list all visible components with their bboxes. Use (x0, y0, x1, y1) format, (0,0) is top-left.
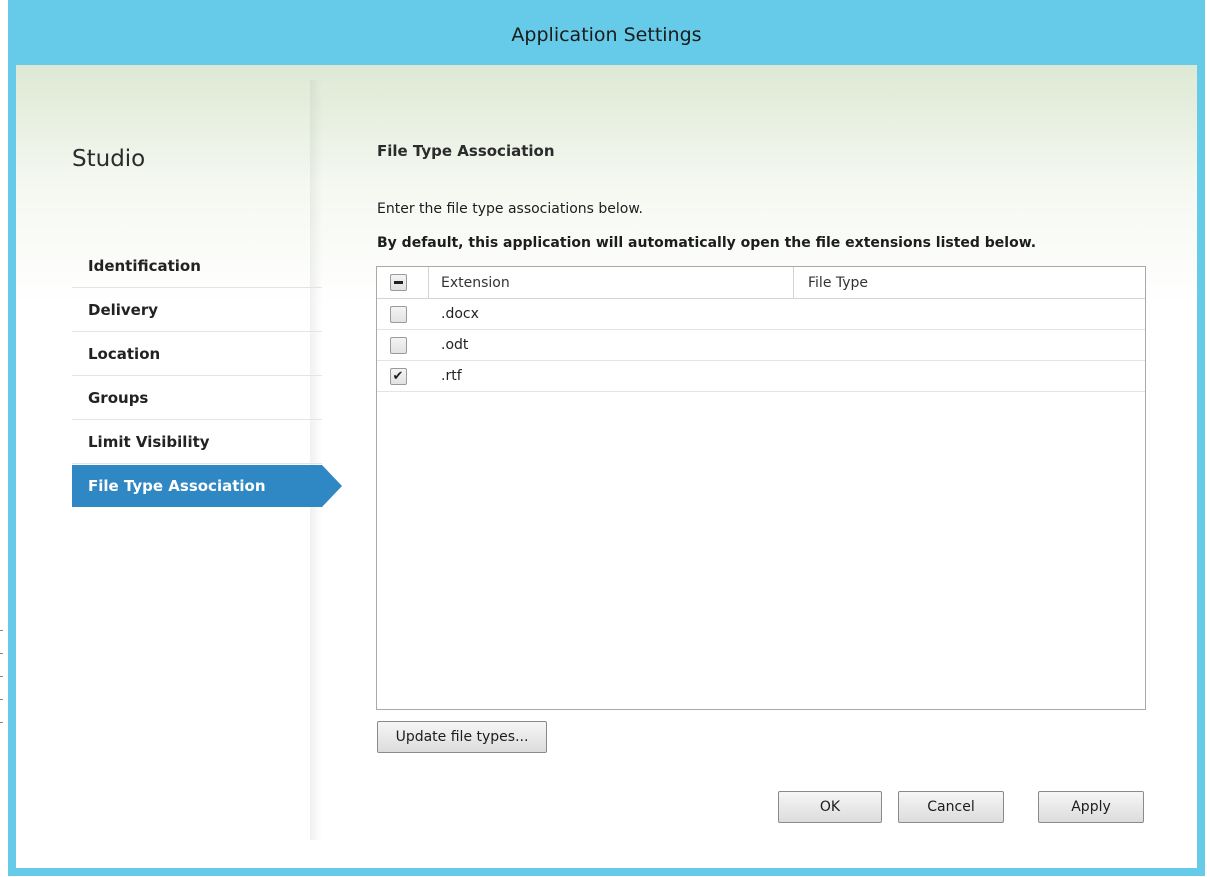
edge-mark (0, 699, 3, 700)
sidebar-item-delivery[interactable]: Delivery (72, 288, 322, 332)
default-behavior-text: By default, this application will automa… (377, 235, 1037, 251)
apply-button[interactable]: Apply (1038, 791, 1144, 823)
sidebar-item-limit-visibility[interactable]: Limit Visibility (72, 420, 322, 464)
window-frame-left (8, 65, 16, 875)
sidebar-title: Studio (72, 146, 146, 172)
edge-mark (0, 676, 3, 677)
sidebar-item-identification[interactable]: Identification (72, 244, 322, 288)
file-type-table: Extension File Type .docx .odt ✔ .rtf (376, 266, 1146, 710)
extension-cell: .docx (441, 306, 479, 322)
table-header: Extension File Type (377, 267, 1145, 299)
application-settings-window: Application Settings Studio Identificati… (0, 0, 1207, 877)
column-header-file-type[interactable]: File Type (794, 267, 1145, 298)
description-text: Enter the file type associations below. (377, 201, 643, 217)
sidebar-nav: Identification Delivery Location Groups … (72, 244, 342, 507)
column-header-extension[interactable]: Extension (429, 267, 794, 298)
file-type-cell (794, 299, 1145, 329)
select-all-checkbox[interactable] (390, 274, 407, 291)
left-edge-marks (0, 630, 3, 770)
checkmark-icon: ✔ (392, 368, 404, 384)
row-check-cell: ✔ (377, 361, 429, 391)
table-row[interactable]: .odt (377, 330, 1145, 361)
ok-button[interactable]: OK (778, 791, 882, 823)
update-file-types-button[interactable]: Update file types... (377, 721, 547, 753)
window-title: Application Settings (511, 23, 702, 46)
edge-mark (0, 722, 3, 723)
title-bar: Application Settings (8, 0, 1205, 65)
sidebar-item-groups[interactable]: Groups (72, 376, 322, 420)
window-frame-right (1197, 65, 1205, 875)
edge-mark (0, 653, 3, 654)
row-checkbox[interactable]: ✔ (389, 367, 407, 385)
row-checkbox[interactable] (389, 336, 407, 354)
file-type-cell (794, 330, 1145, 360)
row-check-cell (377, 299, 429, 329)
extension-cell: .odt (441, 337, 469, 353)
extension-cell: .rtf (441, 368, 462, 384)
file-type-cell (794, 361, 1145, 391)
table-row[interactable]: ✔ .rtf (377, 361, 1145, 392)
section-title: File Type Association (377, 142, 555, 160)
row-check-cell (377, 330, 429, 360)
row-checkbox[interactable] (389, 305, 407, 323)
sidebar-item-location[interactable]: Location (72, 332, 322, 376)
window-frame-bottom (8, 868, 1205, 876)
cancel-button[interactable]: Cancel (898, 791, 1004, 823)
select-all-column (377, 267, 429, 298)
table-row[interactable]: .docx (377, 299, 1145, 330)
edge-mark (0, 630, 3, 631)
sidebar-item-file-type-association[interactable]: File Type Association (72, 465, 342, 507)
